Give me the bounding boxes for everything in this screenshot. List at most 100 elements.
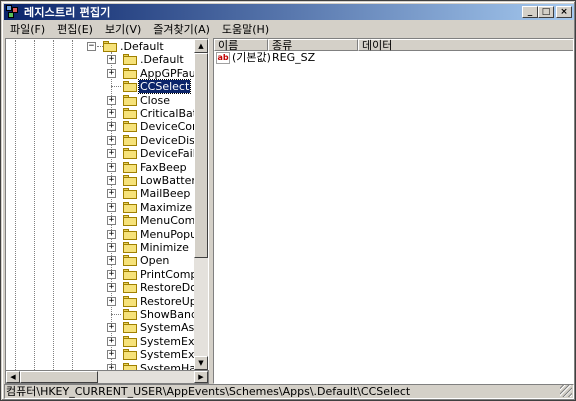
expand-toggle-icon[interactable]: + xyxy=(107,350,116,360)
tree-node[interactable]: + RestoreUp xyxy=(7,295,197,308)
tree-node[interactable]: + .Default xyxy=(7,53,197,66)
scroll-left-arrow-icon[interactable]: ◀ xyxy=(6,371,20,383)
tree-node[interactable]: + FaxBeep xyxy=(7,161,197,174)
scroll-down-arrow-icon[interactable]: ▼ xyxy=(194,356,208,370)
maximize-button[interactable]: □ xyxy=(538,6,554,18)
folder-icon xyxy=(123,242,137,253)
tree-node[interactable]: + Open xyxy=(7,254,197,267)
tree-node[interactable]: + Close xyxy=(7,94,197,107)
tree-node-label: LowBatteryAla xyxy=(140,174,197,187)
tree-node-label: PrintComplete xyxy=(140,267,197,281)
scroll-right-arrow-icon[interactable]: ▶ xyxy=(194,371,208,383)
expand-toggle-icon[interactable]: + xyxy=(107,229,116,239)
column-header-type[interactable]: 종류 xyxy=(268,39,358,51)
tree-node-label: CriticalBatteryA xyxy=(140,107,197,120)
folder-icon xyxy=(123,295,137,307)
list-item[interactable]: ab (기본값) REG_SZ xyxy=(214,51,573,65)
menu-edit[interactable]: 편집(E) xyxy=(51,21,99,37)
tree-node[interactable]: + AppGPFault xyxy=(7,67,197,80)
tree-node-label: SystemExclan xyxy=(140,334,197,348)
expand-toggle-icon[interactable]: + xyxy=(107,109,116,118)
folder-icon xyxy=(123,215,137,227)
tree-node[interactable]: + DeviceDisconn xyxy=(7,134,197,147)
close-button[interactable]: × xyxy=(556,6,572,18)
folder-icon xyxy=(123,54,137,66)
expand-toggle-icon[interactable]: + xyxy=(107,202,116,212)
tree-node[interactable]: + MenuComman xyxy=(7,214,197,227)
tree-node[interactable]: + MailBeep xyxy=(7,187,197,200)
tree-node[interactable]: + SystemExit xyxy=(7,348,197,361)
expand-toggle-icon[interactable]: + xyxy=(107,256,116,266)
list-header: 이름 종류 데이터 xyxy=(214,39,573,51)
expand-toggle-icon[interactable]: + xyxy=(107,216,116,226)
tree-node[interactable]: + SystemAsteris xyxy=(7,321,197,334)
expand-toggle-icon[interactable]: + xyxy=(107,296,116,306)
expand-toggle-icon[interactable]: + xyxy=(107,336,116,346)
folder-icon xyxy=(123,108,137,119)
expand-toggle-icon[interactable]: + xyxy=(107,189,116,199)
folder-icon xyxy=(123,255,137,267)
expand-toggle-icon[interactable]: + xyxy=(107,243,116,252)
expand-toggle-icon[interactable]: + xyxy=(107,135,116,145)
expand-toggle-icon[interactable]: + xyxy=(107,68,116,78)
folder-icon xyxy=(123,188,137,200)
resize-grip-icon[interactable] xyxy=(560,385,572,397)
folder-icon xyxy=(123,67,137,79)
column-header-data[interactable]: 데이터 xyxy=(358,39,573,51)
tree-node[interactable]: + Maximize xyxy=(7,201,197,214)
tree-node[interactable]: +SystemHand xyxy=(7,362,197,370)
minimize-button[interactable]: _ xyxy=(522,6,538,18)
tree-node[interactable]: + Minimize xyxy=(7,241,197,254)
tree-node-label: Open xyxy=(140,254,170,268)
tree-node-label: FaxBeep xyxy=(140,160,187,174)
tree-node[interactable]: + DeviceFail xyxy=(7,147,197,160)
column-header-name[interactable]: 이름 xyxy=(214,39,268,51)
folder-icon xyxy=(123,148,137,160)
menu-view[interactable]: 보기(V) xyxy=(99,21,147,37)
folder-icon xyxy=(123,322,137,334)
tree-node-label: AppGPFault xyxy=(140,66,197,80)
tree-vertical-scrollbar[interactable]: ▲ ▼ xyxy=(194,39,208,370)
tree-node[interactable]: + DeviceConnect xyxy=(7,120,197,133)
registry-editor-icon xyxy=(6,5,20,19)
menu-favorites[interactable]: 즐겨찾기(A) xyxy=(147,21,216,37)
tree-node-default-parent[interactable]: − .Default xyxy=(7,40,197,53)
tree-node-label: Minimize xyxy=(140,241,189,254)
expand-toggle-icon[interactable]: + xyxy=(107,162,116,172)
tree-node-label: MenuComman xyxy=(140,214,197,228)
tree-node-label: .Default xyxy=(140,53,184,67)
tree-horizontal-scrollbar[interactable]: ◀ ▶ xyxy=(5,370,209,384)
tree-node[interactable]: + PrintComplete xyxy=(7,268,197,281)
scroll-thumb[interactable] xyxy=(194,53,208,258)
folder-icon xyxy=(123,362,137,370)
string-value-icon: ab xyxy=(216,52,230,64)
tree-node-label: SystemExit xyxy=(140,348,197,362)
expand-toggle-icon[interactable]: + xyxy=(107,122,116,132)
expand-toggle-icon[interactable]: + xyxy=(107,283,116,293)
tree-node[interactable]: + LowBatteryAla xyxy=(7,174,197,187)
tree-node[interactable]: + MenuPopup xyxy=(7,228,197,241)
expand-toggle-icon[interactable]: + xyxy=(107,176,116,185)
hscroll-thumb[interactable] xyxy=(20,371,98,383)
tree-node[interactable]: ShowBand xyxy=(7,308,197,321)
menu-file[interactable]: 파일(F) xyxy=(4,21,51,37)
scroll-up-arrow-icon[interactable]: ▲ xyxy=(194,39,208,53)
tree-node-label: RestoreDown xyxy=(140,281,197,295)
expand-toggle-icon[interactable]: + xyxy=(107,323,116,333)
tree-node[interactable]: + CriticalBatteryA xyxy=(7,107,197,120)
expand-toggle-icon[interactable]: + xyxy=(107,149,116,159)
expand-toggle-icon[interactable]: + xyxy=(107,55,116,65)
folder-icon xyxy=(123,201,137,213)
expand-toggle-icon[interactable]: + xyxy=(107,95,116,105)
folder-icon xyxy=(123,228,137,240)
status-path: 컴퓨터\HKEY_CURRENT_USER\AppEvents\Schemes\… xyxy=(6,385,411,398)
tree-node[interactable]: + RestoreDown xyxy=(7,281,197,294)
expand-toggle-icon[interactable]: + xyxy=(107,269,116,279)
folder-icon xyxy=(123,134,137,146)
tree-node[interactable]: CCSelect xyxy=(7,79,197,95)
collapse-toggle-icon[interactable]: − xyxy=(87,42,96,51)
title-bar[interactable]: 레지스트리 편집기 _ □ × xyxy=(4,4,574,20)
registry-editor-window: 레지스트리 편집기 _ □ × 파일(F) 편집(E) 보기(V) 즐겨찾기(A… xyxy=(0,0,576,401)
menu-help[interactable]: 도움말(H) xyxy=(216,21,275,37)
tree-node[interactable]: + SystemExclan xyxy=(7,335,197,348)
